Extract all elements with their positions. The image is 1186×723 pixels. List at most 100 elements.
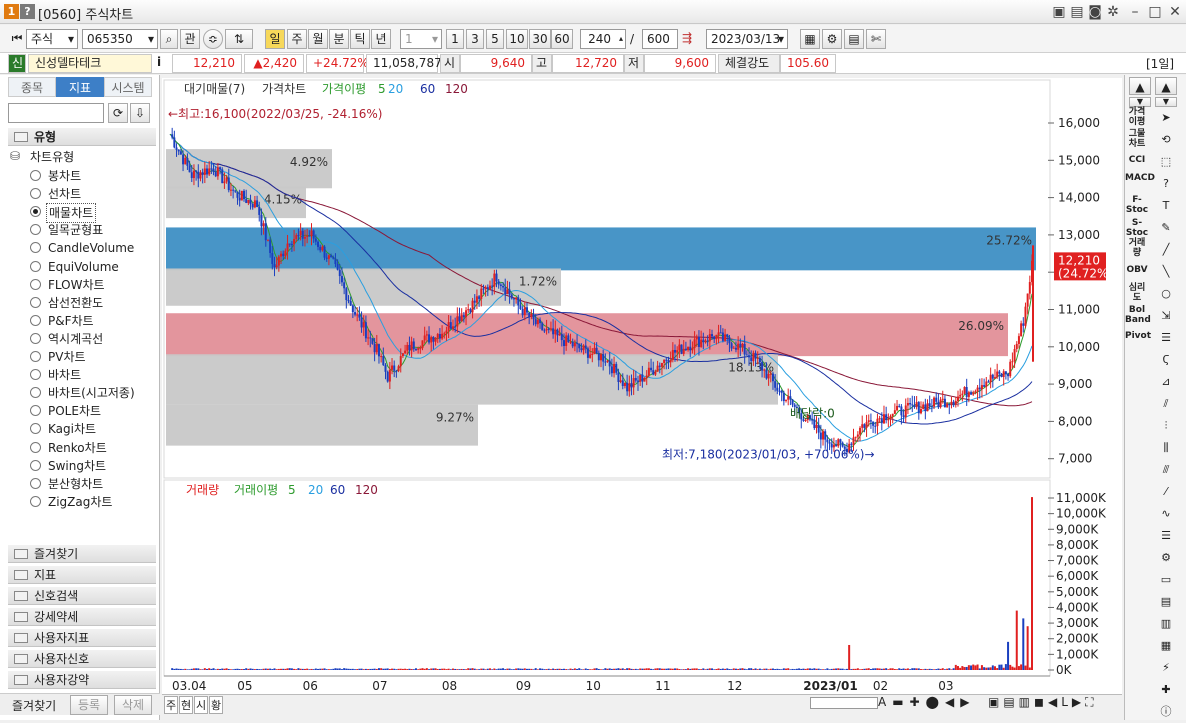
related-button[interactable]: 관 [180,29,200,49]
date-picker[interactable]: 2023/03/13 ▾ [706,29,788,49]
chart-type-radio[interactable] [30,405,41,417]
quick-5[interactable]: 5 [486,29,504,49]
close-icon[interactable]: ✕ [1166,3,1184,21]
updown-icon[interactable]: ⇅ [225,29,253,49]
indicator-shortcut[interactable]: CCI [1125,155,1149,165]
chart-type-item[interactable]: 매물차트 [46,203,97,224]
chart-type-radio[interactable] [30,188,41,200]
indicator-shortcut[interactable]: MACD [1125,173,1155,183]
section-header[interactable]: 사용자신호 [8,649,156,668]
period-tick[interactable]: 틱 [350,29,370,49]
drawing-tool-icon[interactable]: ⊿ [1155,371,1177,393]
drawing-tool-icon[interactable]: ☰ [1155,525,1177,547]
drawing-tool-icon[interactable]: ╱ [1155,239,1177,261]
camera-icon[interactable]: ◙ [1086,3,1104,21]
chart-nav-icons[interactable]: A▬✚⬤◀▶ [878,695,976,709]
chart-type-radio[interactable] [30,351,41,362]
chart-type-radio[interactable] [30,459,41,471]
drawing-tool-icon[interactable]: ▥ [1155,613,1177,635]
chart-type-radio[interactable] [30,441,41,453]
chart-type-item[interactable]: 분산형차트 [48,475,103,493]
chart-type-item[interactable]: 선차트 [48,185,81,203]
drawing-tool-icon[interactable]: ▦ [1155,635,1177,657]
drawing-tool-icon[interactable]: ⁄ [1155,481,1177,503]
chart-type-radio[interactable] [30,170,41,181]
drawing-tool-icon[interactable]: ⬚ [1155,151,1177,173]
chart-type-item[interactable]: EquiVolume [48,258,119,276]
interval-select[interactable]: 1 ▾ [400,29,442,49]
chart-type-item[interactable]: ZigZag차트 [48,493,112,511]
drawing-tool-icon[interactable]: ○ [1155,283,1177,305]
scroll-down2-icon[interactable]: ▼ [1155,97,1177,107]
save-icon[interactable]: ▤ [844,29,864,49]
chart-icon[interactable]: ▦ [800,29,820,49]
scroll-up2-icon[interactable]: ▲ [1155,77,1177,95]
chart-type-radio[interactable] [30,260,41,272]
type-header[interactable]: 유형 [8,127,156,146]
app-icon[interactable]: 1 [4,4,19,19]
chart-type-item[interactable]: 바차트(시고저종) [48,384,135,402]
drawing-tool-icon[interactable]: ? [1155,173,1177,195]
indicator-shortcut[interactable]: OBV [1125,265,1149,275]
drawing-tool-icon[interactable]: ⇲ [1155,305,1177,327]
chart-type-radio[interactable] [30,242,41,254]
indicator-shortcut[interactable]: 그물차트 [1125,129,1149,149]
drawing-tool-icon[interactable]: ➤ [1155,107,1177,129]
bottom-tab[interactable]: 시 [194,696,208,714]
register-button[interactable]: 등록 [70,695,108,715]
chart-type-item[interactable]: Kagi차트 [48,420,96,438]
chart-type-radio[interactable] [30,423,41,435]
chart-type-item[interactable]: 역시계곡선 [48,330,103,348]
chart-type-item[interactable]: Swing차트 [48,457,106,475]
search-icon[interactable]: ⌕ [160,29,178,49]
tab-stocks[interactable]: 종목 [8,77,56,97]
chart-type-group[interactable]: 차트유형 [30,148,74,165]
drawing-tool-icon[interactable]: ▭ [1155,569,1177,591]
code-input[interactable]: 065350 ▾ [82,29,158,49]
chart-area[interactable]: 4.92% 4.15% 25.72% 1.72% 26.09% 18.13% 9.27% 16… [162,78,1122,710]
chart-type-radio[interactable] [30,206,41,218]
maximize-icon[interactable]: □ [1146,3,1164,21]
tools-icon[interactable]: ✄ [866,29,886,49]
chart-type-item[interactable]: FLOW차트 [48,276,105,294]
quick-1[interactable]: 1 [446,29,464,49]
scroll-up-icon[interactable]: ▲ [1129,77,1151,95]
period-minute[interactable]: 분 [329,29,349,49]
drawing-tool-icon[interactable]: ⫶ [1155,415,1177,437]
chart-type-radio[interactable] [30,314,41,326]
section-header[interactable]: 사용자강약 [8,670,156,689]
help-icon[interactable]: ? [20,4,35,19]
link-icon[interactable]: ▣ [1050,3,1068,21]
indicator-shortcut[interactable]: F-Stoc [1125,195,1149,215]
zoom-slider[interactable] [810,697,878,709]
drawing-tool-icon[interactable]: T [1155,195,1177,217]
chart-type-item[interactable]: POLE차트 [48,402,101,420]
drawing-tool-icon[interactable]: ☰ [1155,327,1177,349]
chart-type-item[interactable]: 삼선전환도 [48,294,103,312]
apply-icon[interactable]: ⇶ [678,29,696,49]
bottom-tab[interactable]: 현 [179,696,193,714]
section-header[interactable]: 강세약세 [8,607,156,626]
chart-type-radio[interactable] [30,332,41,344]
quick-10[interactable]: 10 [506,29,528,49]
drawing-tool-icon[interactable]: ▤ [1155,591,1177,613]
chart-type-radio[interactable] [30,387,41,399]
section-header[interactable]: 사용자지표 [8,628,156,647]
period-month[interactable]: 월 [308,29,328,49]
chart-type-item[interactable]: 일목균형표 [48,221,103,239]
chart-type-radio[interactable] [30,296,41,308]
quick-30[interactable]: 30 [529,29,551,49]
drawing-tool-icon[interactable]: ⫻ [1155,459,1177,481]
indicator-shortcut[interactable]: 거래량 [1125,238,1149,258]
section-header[interactable]: 즐겨찾기 [8,544,156,563]
drawing-tool-icon[interactable]: ⟲ [1155,129,1177,151]
chart-type-item[interactable]: CandleVolume [48,239,134,257]
gear-icon[interactable]: ⚙ [822,29,842,49]
signal-badge[interactable]: 신 [8,54,26,73]
drawing-tool-icon[interactable]: ✚ [1155,679,1177,701]
minimize-icon[interactable]: – [1126,3,1144,21]
drawing-tool-icon[interactable]: ⫼ [1155,437,1177,459]
settings-icon[interactable]: ✲ [1104,3,1122,21]
delete-button[interactable]: 삭제 [114,695,152,715]
drawing-tool-icon[interactable]: Ϛ [1155,349,1177,371]
